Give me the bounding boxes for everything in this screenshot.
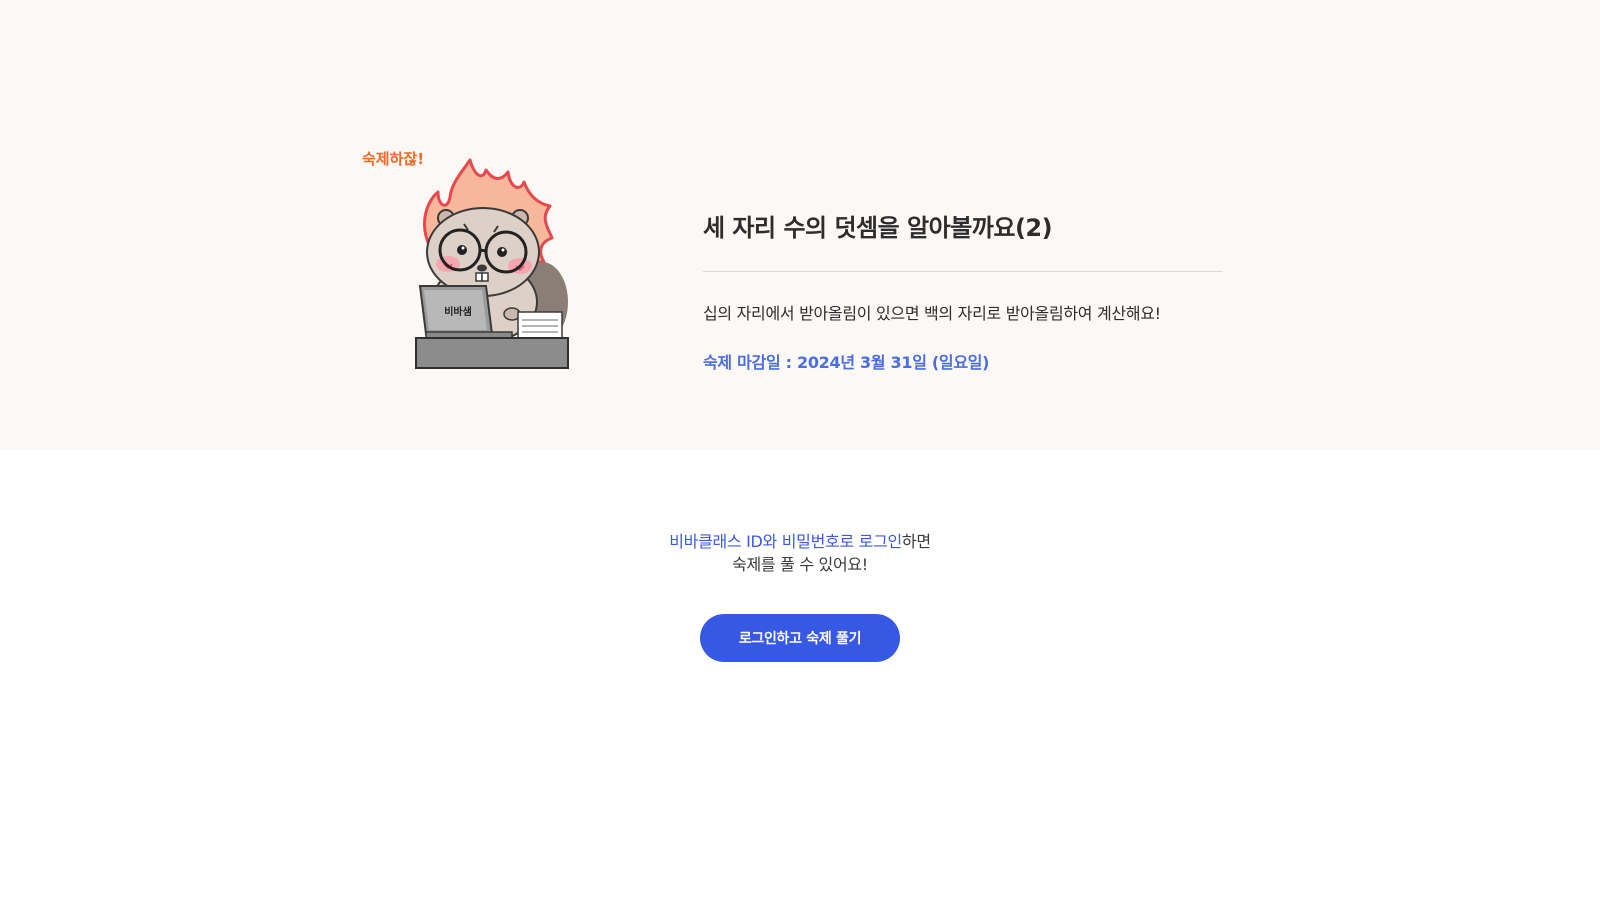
login-prompt-line1: 비바클래스 ID와 비밀번호로 로그인하면 — [0, 530, 1600, 553]
mascot-illustration: 숙제하잖! 비바샘 — [362, 148, 582, 373]
beaver-mascot-icon: 비바샘 — [415, 158, 569, 369]
title-divider — [703, 271, 1223, 272]
login-prompt-line2: 숙제를 풀 수 있어요! — [732, 555, 868, 574]
login-prompt-highlight: 비바클래스 ID와 비밀번호로 로그인 — [669, 532, 902, 551]
homework-hero: 숙제하잖! 비바샘 세 자리 수의 덧셈을 알아볼까요(2) 십의 자리에서 받… — [0, 0, 1600, 450]
login-prompt: 비바클래스 ID와 비밀번호로 로그인하면 숙제를 풀 수 있어요! — [0, 530, 1600, 576]
homework-description: 십의 자리에서 받아올림이 있으면 백의 자리로 받아올림하여 계산해요! — [703, 304, 1161, 323]
login-prompt-rest: 하면 — [901, 532, 931, 551]
homework-title: 세 자리 수의 덧셈을 알아볼까요(2) — [703, 214, 1053, 242]
login-and-solve-button[interactable]: 로그인하고 숙제 풀기 — [700, 614, 900, 662]
homework-deadline: 숙제 마감일 : 2024년 3월 31일 (일요일) — [703, 353, 990, 372]
laptop-label: 비바샘 — [444, 305, 472, 318]
